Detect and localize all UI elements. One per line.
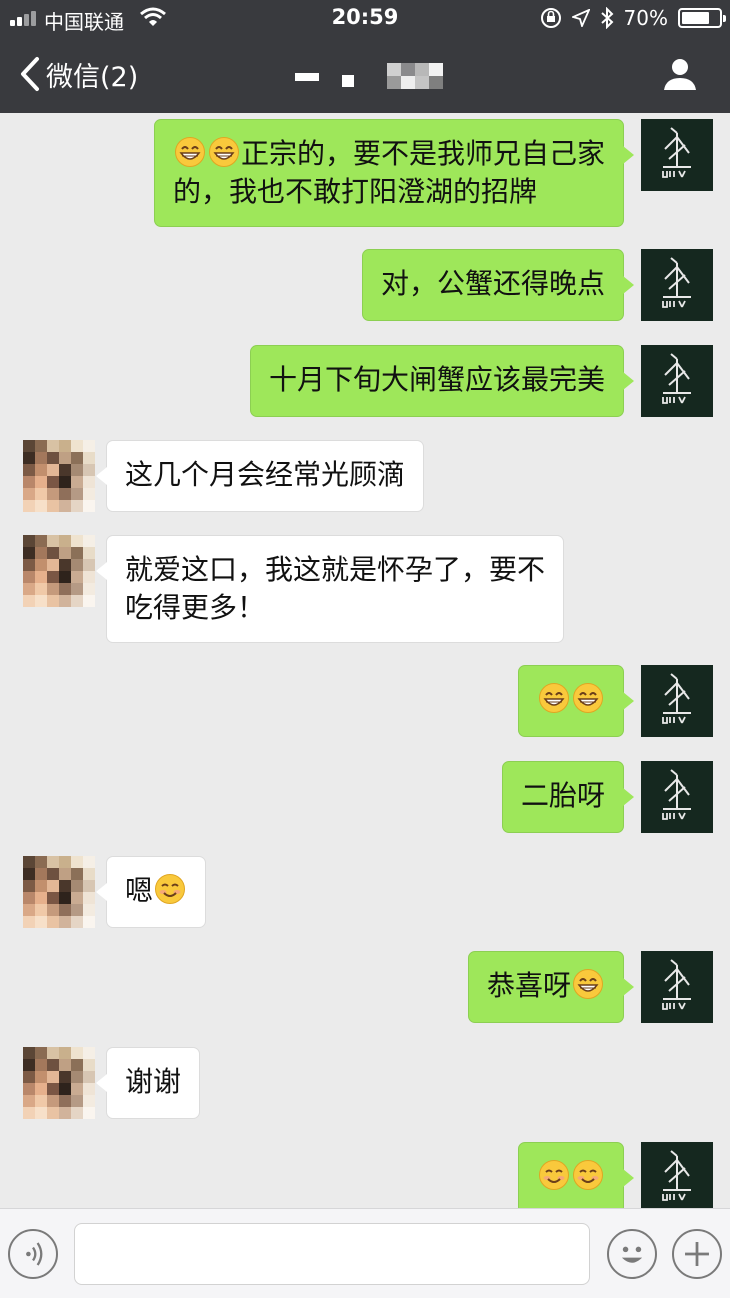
message-text: 的，我也不敢打阳澄湖的招牌 (172, 175, 537, 208)
sent-message-bubble[interactable] (518, 665, 634, 737)
grin-emoji-icon (174, 137, 205, 167)
message-text: 对，公蟹还得晚点 (380, 267, 605, 300)
back-label: 微信(2) (46, 61, 139, 93)
my-avatar[interactable] (641, 951, 713, 1023)
navbar: 微信(2) (0, 36, 730, 113)
my-avatar[interactable] (641, 119, 713, 191)
message-input[interactable] (74, 1223, 590, 1285)
bluetooth-icon (600, 7, 613, 29)
sent-message-bubble[interactable]: 十月下旬大闸蟹应该最完美 (249, 345, 635, 417)
sent-message-bubble[interactable]: 二胎呀 (501, 761, 635, 833)
my-avatar[interactable] (641, 249, 713, 321)
battery-percent: 70% (623, 6, 668, 30)
chat-area[interactable]: 正宗的，要不是我师兄自己家的，我也不敢打阳澄湖的招牌对，公蟹还得晚点十月下旬大闸… (0, 113, 730, 1208)
person-icon[interactable] (660, 54, 700, 94)
my-avatar[interactable] (641, 345, 713, 417)
message-text: 就爱这口，我这就是怀孕了，要不 (125, 553, 546, 586)
smile-emoji-icon (155, 874, 186, 904)
header: 中国联通 20:59 70% 微信(2) (0, 0, 730, 113)
sent-message-bubble[interactable]: 正宗的，要不是我师兄自己家的，我也不敢打阳澄湖的招牌 (153, 119, 635, 227)
my-avatar[interactable] (641, 665, 713, 737)
contact-avatar[interactable] (23, 535, 95, 607)
voice-icon[interactable] (8, 1229, 58, 1279)
plus-icon[interactable] (672, 1229, 722, 1279)
received-message-bubble[interactable]: 谢谢 (95, 1047, 201, 1119)
chevron-left-icon (21, 57, 39, 91)
message-text: 二胎呀 (520, 779, 605, 812)
grin-emoji-icon (573, 683, 603, 713)
emoji-icon[interactable] (607, 1229, 657, 1279)
smile-emoji-icon (573, 1160, 603, 1190)
message-text: 正宗的，要不是我师兄自己家 (240, 137, 605, 170)
message-text: 十月下旬大闸蟹应该最完美 (268, 363, 605, 396)
back-button[interactable]: 微信(2) (18, 50, 138, 98)
contact-avatar[interactable] (23, 1047, 95, 1119)
rotation-lock-icon (540, 8, 561, 28)
battery-icon (678, 8, 726, 28)
status-right: 70% (540, 5, 726, 31)
contact-avatar[interactable] (23, 440, 95, 512)
my-avatar[interactable] (641, 761, 713, 833)
grin-emoji-icon (208, 137, 239, 167)
message-text: 嗯 (125, 874, 154, 907)
sent-message-bubble[interactable] (518, 1142, 634, 1208)
smile-emoji-icon (539, 1160, 569, 1190)
message-text: 这几个月会经常光顾滴 (125, 458, 406, 491)
sent-message-bubble[interactable]: 恭喜呀 (467, 951, 635, 1023)
sent-message-bubble[interactable]: 对，公蟹还得晚点 (361, 249, 635, 321)
grin-emoji-icon (539, 683, 569, 713)
received-message-bubble[interactable]: 就爱这口，我这就是怀孕了，要不 吃得更多！ (95, 535, 565, 643)
my-avatar[interactable] (641, 1142, 713, 1208)
received-message-bubble[interactable]: 嗯 (95, 856, 207, 928)
grin-emoji-icon (573, 969, 603, 999)
received-message-bubble[interactable]: 这几个月会经常光顾滴 (95, 440, 425, 512)
contact-title-pixelated (295, 62, 450, 96)
contact-avatar[interactable] (23, 856, 95, 928)
input-bar (0, 1208, 730, 1298)
message-text: 谢谢 (125, 1065, 182, 1098)
message-text: 吃得更多！ (125, 591, 266, 624)
message-text: 恭喜呀 (486, 969, 571, 1002)
location-icon (571, 9, 590, 27)
status-bar: 中国联通 20:59 70% (0, 0, 730, 36)
